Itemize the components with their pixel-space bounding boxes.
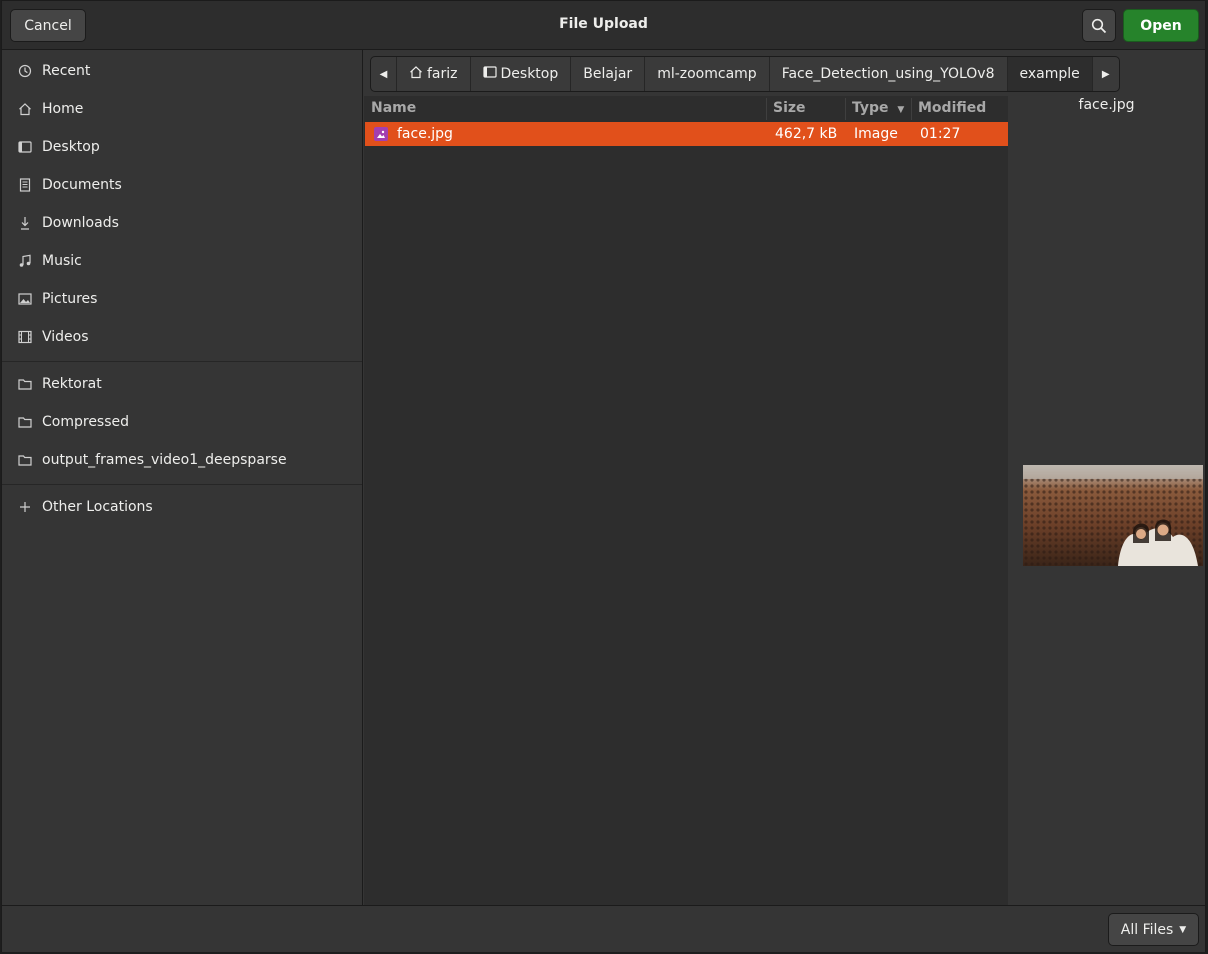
sidebar-item-label: Documents <box>42 177 122 193</box>
path-segment-belajar[interactable]: Belajar <box>571 57 646 91</box>
path-segment-example[interactable]: example <box>1007 57 1093 91</box>
column-header-size[interactable]: Size <box>773 100 806 116</box>
preview-filename: face.jpg <box>1078 97 1135 113</box>
path-segment-home[interactable]: fariz <box>397 57 471 91</box>
sidebar-item-compressed[interactable]: Compressed <box>2 403 362 441</box>
dialog-title: File Upload <box>559 16 648 32</box>
sidebar-item-label: Desktop <box>42 139 100 155</box>
sidebar-item-pictures[interactable]: Pictures <box>2 280 362 318</box>
plus-icon <box>17 499 33 515</box>
film-icon <box>17 329 33 345</box>
sidebar-item-music[interactable]: Music <box>2 242 362 280</box>
sidebar-item-downloads[interactable]: Downloads <box>2 204 362 242</box>
file-list-header: Name Size Type ▼ Modified <box>364 96 1008 121</box>
path-segment-label: ml-zoomcamp <box>657 66 757 82</box>
column-divider <box>766 98 767 120</box>
column-header-name[interactable]: Name <box>371 100 416 116</box>
sidebar-item-label: Videos <box>42 329 89 345</box>
file-filter-label: All Files <box>1120 921 1174 938</box>
column-divider <box>911 98 912 120</box>
preview-pane: face.jpg <box>1008 96 1205 905</box>
file-size: 462,7 kB <box>775 126 838 142</box>
desktop-icon <box>482 65 497 83</box>
chevron-left-icon: ◀ <box>379 68 388 80</box>
path-segment-label: Desktop <box>500 66 559 82</box>
sidebar-item-rektorat[interactable]: Rektorat <box>2 365 362 403</box>
sidebar-item-desktop[interactable]: Desktop <box>2 128 362 166</box>
search-button[interactable] <box>1082 9 1116 42</box>
picture-icon <box>17 291 33 307</box>
path-scroll-right-button[interactable]: ▶ <box>1093 57 1119 91</box>
preview-image <box>1023 465 1203 566</box>
download-icon <box>17 215 33 231</box>
sidebar-item-label: Other Locations <box>42 499 153 515</box>
sidebar-item-label: Downloads <box>42 215 119 231</box>
file-chooser-dialog: Cancel File Upload Open Recent Home Desk… <box>1 0 1206 952</box>
places-sidebar: Recent Home Desktop Documents Downloads <box>2 50 363 905</box>
path-segment-label: Face_Detection_using_YOLOv8 <box>781 66 995 82</box>
sidebar-separator <box>2 361 362 362</box>
dialog-footer: All Files ▼ <box>2 905 1205 952</box>
file-modified: 01:27 <box>920 126 961 142</box>
file-filter-dropdown[interactable]: All Files ▼ <box>1108 913 1199 946</box>
folder-icon <box>17 452 33 468</box>
music-note-icon <box>17 253 33 269</box>
path-segment-label: Belajar <box>583 66 633 82</box>
sidebar-item-output-frames[interactable]: output_frames_video1_deepsparse <box>2 441 362 479</box>
search-icon <box>1091 18 1107 33</box>
sidebar-item-label: Music <box>42 253 82 269</box>
folder-icon <box>17 376 33 392</box>
image-file-icon <box>374 127 388 141</box>
sidebar-item-label: output_frames_video1_deepsparse <box>42 452 287 468</box>
desktop-icon <box>17 139 33 155</box>
home-icon <box>17 101 33 117</box>
home-icon <box>409 65 423 83</box>
clock-icon <box>17 63 33 79</box>
folder-icon <box>17 414 33 430</box>
path-segment-ml-zoomcamp[interactable]: ml-zoomcamp <box>645 57 770 91</box>
path-bar: ◀ fariz Desktop Belajar ml-zoomcamp Face… <box>370 56 1120 92</box>
column-header-type-label: Type <box>852 100 889 116</box>
column-header-type[interactable]: Type ▼ <box>852 100 904 116</box>
open-button[interactable]: Open <box>1123 9 1199 42</box>
sidebar-item-label: Home <box>42 101 84 117</box>
sidebar-item-documents[interactable]: Documents <box>2 166 362 204</box>
sidebar-item-label: Compressed <box>42 414 130 430</box>
sidebar-item-other-locations[interactable]: Other Locations <box>2 488 362 526</box>
sidebar-item-videos[interactable]: Videos <box>2 318 362 356</box>
file-row-selected[interactable]: face.jpg 462,7 kB Image 01:27 <box>365 122 1008 146</box>
sidebar-item-home[interactable]: Home <box>2 90 362 128</box>
path-segment-face-detection[interactable]: Face_Detection_using_YOLOv8 <box>770 57 1008 91</box>
column-divider <box>845 98 846 120</box>
path-segment-desktop[interactable]: Desktop <box>471 57 572 91</box>
sidebar-item-label: Recent <box>42 63 91 79</box>
sidebar-item-label: Rektorat <box>42 376 102 392</box>
file-name: face.jpg <box>397 126 453 142</box>
document-icon <box>17 177 33 193</box>
chevron-down-icon: ▼ <box>1179 924 1187 935</box>
sort-descending-icon: ▼ <box>897 105 905 115</box>
column-header-modified[interactable]: Modified <box>918 100 986 116</box>
path-segment-label: example <box>1019 66 1080 82</box>
file-list: Name Size Type ▼ Modified face.jpg 462,7… <box>364 96 1008 905</box>
chevron-right-icon: ▶ <box>1101 68 1110 80</box>
sidebar-separator <box>2 484 362 485</box>
file-type: Image <box>854 126 898 142</box>
path-segment-label: fariz <box>427 66 458 82</box>
path-scroll-left-button[interactable]: ◀ <box>371 57 397 91</box>
header-bar: Cancel File Upload Open <box>2 1 1205 50</box>
sidebar-item-recent[interactable]: Recent <box>2 52 362 90</box>
sidebar-item-label: Pictures <box>42 291 98 307</box>
